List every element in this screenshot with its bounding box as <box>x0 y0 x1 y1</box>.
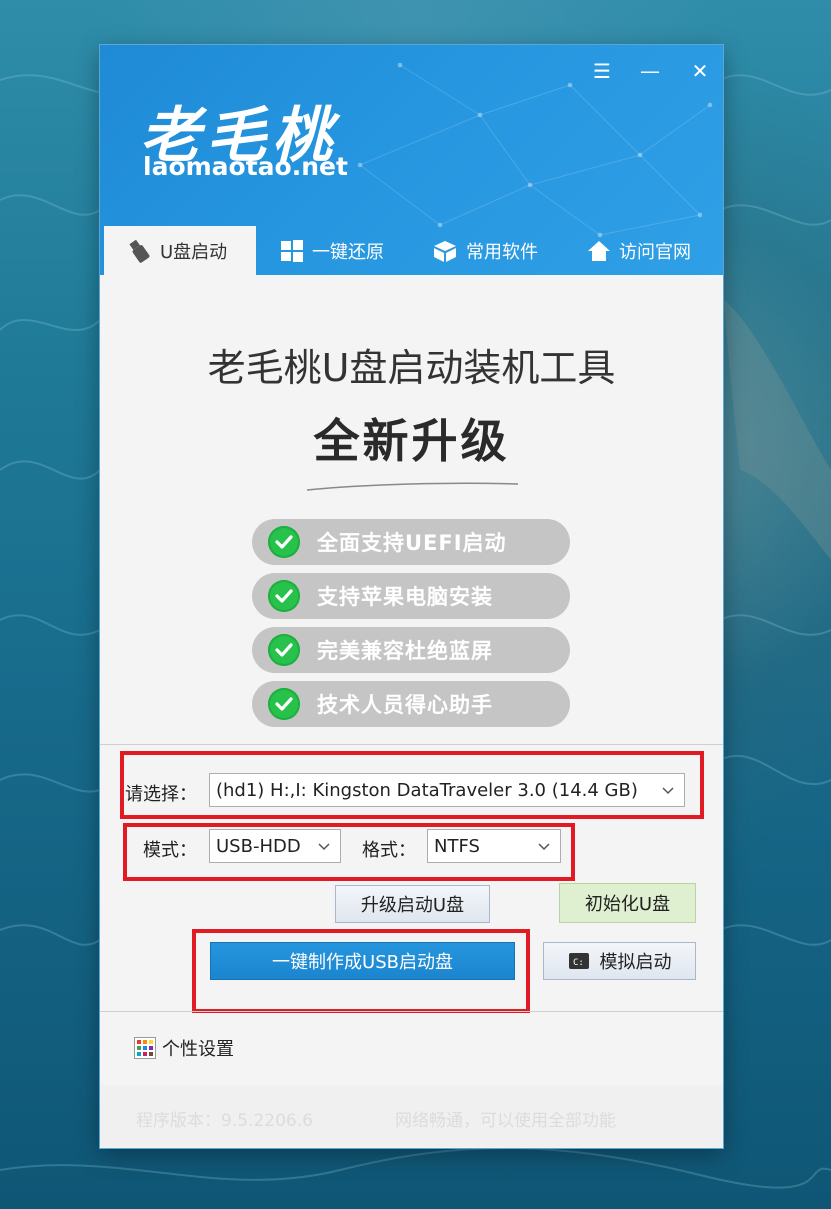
tab-label: 常用软件 <box>466 242 538 263</box>
highlight-box <box>192 929 530 1013</box>
feature-pill: 支持苹果电脑安装 <box>252 573 570 619</box>
app-window: 老毛桃 laomaotao.net ☰ — ✕ U盘启动 一键还原 常用软件 访… <box>100 45 723 1148</box>
terminal-icon: C: <box>568 953 589 969</box>
menu-icon[interactable]: ☰ <box>589 59 615 83</box>
hero-section: 老毛桃U盘启动装机工具 全新升级 全面支持UEFI启动 支持苹果电脑安装 完美兼… <box>100 275 723 745</box>
headline-underline <box>306 482 519 491</box>
personalize-settings-label: 个性设置 <box>162 1039 234 1060</box>
simulate-boot-label: 模拟启动 <box>599 952 672 973</box>
feature-pill: 技术人员得心助手 <box>252 681 570 727</box>
section-divider <box>100 1011 723 1012</box>
init-usb-button[interactable]: 初始化U盘 <box>559 883 696 923</box>
check-icon <box>268 634 300 666</box>
personalize-settings-link[interactable]: 个性设置 <box>134 1035 234 1061</box>
tab-usb-boot[interactable]: U盘启动 <box>104 226 256 275</box>
svg-text:C:: C: <box>573 958 584 968</box>
tab-bar: U盘启动 一键还原 常用软件 访问官网 <box>100 226 723 275</box>
feature-text: 技术人员得心助手 <box>317 693 493 717</box>
tab-common-software[interactable]: 常用软件 <box>410 226 565 275</box>
check-icon <box>268 580 300 612</box>
simulate-boot-button[interactable]: C: 模拟启动 <box>543 942 696 980</box>
minimize-icon[interactable]: — <box>637 59 663 83</box>
close-icon[interactable]: ✕ <box>687 59 713 83</box>
feature-text: 支持苹果电脑安装 <box>317 585 493 609</box>
section-divider <box>100 744 723 745</box>
highlight-box <box>123 823 575 881</box>
home-icon <box>588 241 610 261</box>
tab-label: U盘启动 <box>160 242 228 263</box>
usb-icon <box>129 239 150 263</box>
program-version: 程序版本：9.5.2206.6 <box>136 1111 313 1131</box>
tab-visit-website[interactable]: 访问官网 <box>565 226 723 275</box>
upgrade-usb-button[interactable]: 升级启动U盘 <box>335 885 490 923</box>
check-icon <box>268 688 300 720</box>
upgrade-headline: 全新升级 <box>313 414 510 468</box>
tab-one-click-restore[interactable]: 一键还原 <box>258 226 410 275</box>
tab-label: 一键还原 <box>312 242 384 263</box>
feature-text: 全面支持UEFI启动 <box>317 531 507 555</box>
feature-pill: 全面支持UEFI启动 <box>252 519 570 565</box>
palette-icon <box>134 1037 156 1059</box>
product-title: 老毛桃U盘启动装机工具 <box>207 346 616 390</box>
status-footer: 程序版本：9.5.2206.6 网络畅通，可以使用全部功能 <box>100 1085 723 1147</box>
logo-domain: laomaotao.net <box>143 152 348 181</box>
highlight-box <box>120 751 704 819</box>
feature-text: 完美兼容杜绝蓝屏 <box>317 639 493 663</box>
check-icon <box>268 526 300 558</box>
network-status: 网络畅通，可以使用全部功能 <box>395 1111 616 1131</box>
box-icon <box>434 241 456 262</box>
windows-icon <box>281 240 303 262</box>
tab-label: 访问官网 <box>619 242 691 263</box>
header-banner: 老毛桃 laomaotao.net ☰ — ✕ U盘启动 一键还原 常用软件 访… <box>100 45 723 275</box>
feature-pill: 完美兼容杜绝蓝屏 <box>252 627 570 673</box>
